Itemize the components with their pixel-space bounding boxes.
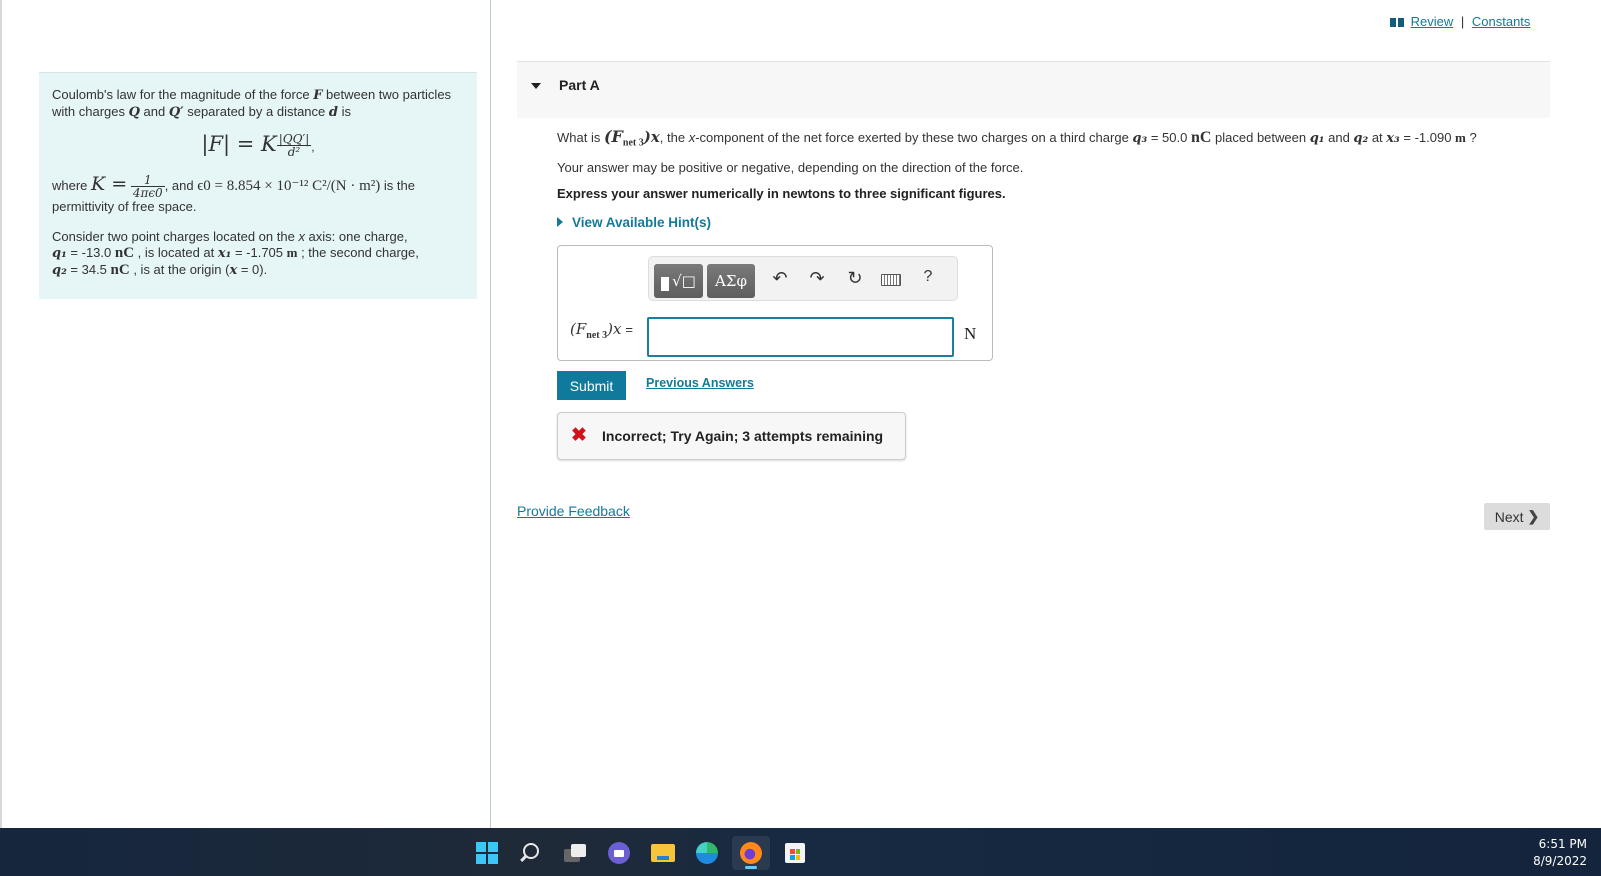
- windows-logo-icon: [476, 842, 498, 864]
- search-icon: [523, 843, 539, 859]
- reset-icon[interactable]: ↻: [844, 268, 866, 289]
- incorrect-x-icon: ✖: [571, 425, 587, 446]
- next-button[interactable]: Next ❯: [1484, 503, 1550, 530]
- clock-date: 8/9/2022: [1533, 854, 1587, 868]
- edge-button[interactable]: [688, 836, 726, 870]
- k-fraction: 1 4πϵ0: [130, 173, 165, 200]
- intro-paragraph-1: Coulomb's law for the magnitude of the f…: [52, 87, 452, 120]
- firefox-icon: [740, 842, 762, 864]
- book-icon: [1390, 18, 1404, 28]
- top-links: Review | Constants: [1390, 14, 1530, 29]
- clock-time: 6:51 PM: [1538, 837, 1587, 851]
- provide-feedback-link[interactable]: Provide Feedback: [517, 503, 630, 519]
- taskbar-search-button[interactable]: [512, 836, 550, 870]
- redo-icon[interactable]: ↷: [806, 268, 828, 289]
- system-clock[interactable]: 6:51 PM 8/9/2022: [1533, 836, 1587, 870]
- coulomb-formula: |F| = K |QQ′| d²,: [201, 131, 315, 159]
- collapse-caret-icon[interactable]: [531, 83, 541, 89]
- part-a-header[interactable]: Part A: [517, 61, 1550, 118]
- review-link[interactable]: Review: [1411, 14, 1454, 29]
- question-instruction: Express your answer numerically in newto…: [557, 186, 1006, 201]
- chevron-right-icon: ❯: [1527, 508, 1540, 524]
- panel-divider: [490, 0, 491, 846]
- help-icon[interactable]: ?: [917, 268, 939, 286]
- taskbar: 6:51 PM 8/9/2022: [0, 828, 1601, 876]
- radical-icon: √□: [672, 272, 696, 290]
- feedback-message: ✖ Incorrect; Try Again; 3 attempts remai…: [557, 412, 906, 460]
- file-explorer-button[interactable]: [644, 836, 682, 870]
- previous-answers-link[interactable]: Previous Answers: [646, 376, 754, 390]
- constants-link[interactable]: Constants: [1472, 14, 1531, 29]
- teams-chat-button[interactable]: [600, 836, 638, 870]
- greek-symbols-button[interactable]: ΑΣφ: [707, 264, 755, 298]
- answer-label: (Fnet 3)x =: [570, 320, 634, 341]
- feedback-text: Incorrect; Try Again; 3 attempts remaini…: [602, 428, 884, 444]
- intro-paragraph-3: Consider two point charges located on th…: [52, 229, 419, 278]
- answer-frame: √□ ΑΣφ ↶ ↷ ↻ ? (Fnet 3)x = N: [557, 245, 993, 361]
- start-button[interactable]: [468, 836, 506, 870]
- keyboard-icon[interactable]: [881, 274, 901, 286]
- expand-triangle-icon: [557, 217, 563, 227]
- undo-icon[interactable]: ↶: [769, 268, 791, 289]
- problem-intro: Coulomb's law for the magnitude of the f…: [39, 72, 477, 299]
- answer-unit: N: [964, 324, 977, 343]
- task-view-button[interactable]: [556, 836, 594, 870]
- question-text: What is (Fnet 3)x, the x-component of th…: [557, 127, 1477, 149]
- firefox-button[interactable]: [732, 836, 770, 870]
- task-view-icon: [564, 844, 586, 862]
- store-icon: [785, 843, 805, 863]
- teams-chat-icon: [608, 842, 630, 864]
- intro-paragraph-2: where K = 1 4πϵ0, and ϵ0 = 8.854 × 10⁻¹² …: [52, 172, 415, 214]
- answer-input[interactable]: [647, 317, 954, 357]
- microsoft-store-button[interactable]: [776, 836, 814, 870]
- part-title: Part A: [559, 77, 600, 93]
- view-hints-toggle[interactable]: View Available Hint(s): [557, 215, 711, 230]
- submit-button[interactable]: Submit: [557, 371, 626, 400]
- formula-fraction: |QQ′| d²: [276, 131, 312, 159]
- left-border: [0, 0, 2, 846]
- template-block-icon: [661, 277, 670, 291]
- math-toolbar: √□ ΑΣφ ↶ ↷ ↻ ?: [648, 256, 958, 301]
- folder-icon: [651, 844, 675, 862]
- question-note: Your answer may be positive or negative,…: [557, 160, 1024, 175]
- edge-icon: [696, 842, 718, 864]
- templates-button[interactable]: √□: [654, 264, 703, 298]
